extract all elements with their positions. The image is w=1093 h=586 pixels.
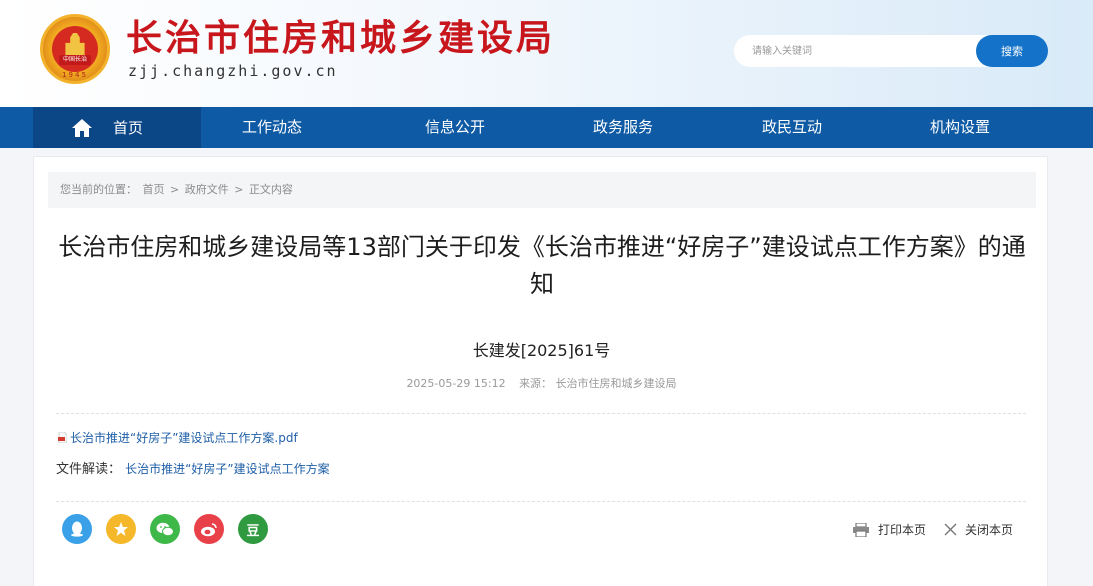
close-label: 关闭本页 [964, 523, 1013, 537]
divider [56, 501, 1026, 502]
article-container: 您当前的位置： 首页 > 政府文件 > 正文内容 长治市住房和城乡建设局等13部… [33, 156, 1048, 586]
pdf-icon [58, 431, 68, 444]
article-title: 长治市住房和城乡建设局等13部门关于印发《长治市推进“好房子”建设试点工作方案》… [58, 233, 1026, 298]
print-label: 打印本页 [877, 523, 926, 537]
search-input[interactable] [734, 35, 1014, 67]
page-tools: 打印本页 关闭本页 [834, 521, 1013, 538]
nav-item-label: 首页 [113, 119, 144, 137]
search-button[interactable]: 搜索 [976, 35, 1048, 67]
divider [56, 413, 1026, 414]
nav-item-home[interactable]: 首页 [33, 107, 201, 148]
breadcrumb-separator: > [170, 183, 180, 196]
main-nav: 首页 工作动态 信息公开 政务服务 政民互动 机构设置 [0, 107, 1093, 148]
qzone-icon[interactable] [106, 514, 136, 544]
breadcrumb: 您当前的位置： 首页 > 政府文件 > 正文内容 [48, 172, 1036, 208]
home-icon [71, 118, 93, 138]
site-header: 中国长治 1945 长治市住房和城乡建设局 zjj.changzhi.gov.c… [0, 0, 1093, 107]
article-meta: 2025-05-29 15:12 来源： 长治市住房和城乡建设局 [34, 375, 1049, 391]
print-button[interactable]: 打印本页 [852, 521, 926, 538]
emblem-ribbon: 中国长治 [59, 55, 91, 65]
site-title[interactable]: 长治市住房和城乡建设局 [126, 18, 555, 60]
nav-item-interaction[interactable]: 政民互动 [732, 107, 852, 148]
attachment-link[interactable]: 长治市推进“好房子”建设试点工作方案.pdf [58, 429, 298, 446]
interpret-label: 文件解读： [56, 462, 122, 477]
nav-item-work-news[interactable]: 工作动态 [212, 107, 332, 148]
qq-icon[interactable] [62, 514, 92, 544]
breadcrumb-prefix: 您当前的位置： [60, 183, 137, 196]
search-bar: 搜索 [734, 35, 1048, 67]
document-interpretation: 文件解读： 长治市推进“好房子”建设试点工作方案 [56, 458, 330, 477]
weibo-icon[interactable] [194, 514, 224, 544]
emblem-year: 1945 [62, 71, 88, 79]
breadcrumb-item-gov-docs[interactable]: 政府文件 [185, 183, 229, 196]
share-bar: 豆 [62, 514, 268, 544]
city-emblem-logo[interactable]: 中国长治 1945 [40, 14, 110, 84]
attachment-filename: 长治市推进“好房子”建设试点工作方案.pdf [70, 431, 298, 445]
close-page-button[interactable]: 关闭本页 [944, 521, 1013, 538]
breadcrumb-item-current[interactable]: 正文内容 [249, 183, 293, 196]
nav-item-gov-services[interactable]: 政务服务 [563, 107, 683, 148]
breadcrumb-item-home[interactable]: 首页 [143, 183, 165, 196]
printer-icon [852, 522, 869, 537]
interpret-link[interactable]: 长治市推进“好房子”建设试点工作方案 [125, 462, 329, 476]
document-number: 长建发[2025]61号 [472, 341, 611, 360]
close-icon [944, 523, 957, 536]
wechat-icon[interactable] [150, 514, 180, 544]
source-label: 来源： [519, 377, 553, 390]
nav-item-info-disclosure[interactable]: 信息公开 [395, 107, 515, 148]
nav-item-organization[interactable]: 机构设置 [900, 107, 1020, 148]
publish-datetime: 2025-05-29 15:12 [406, 377, 506, 390]
site-url: zjj.changzhi.gov.cn [128, 62, 338, 80]
douban-icon[interactable]: 豆 [238, 514, 268, 544]
breadcrumb-separator: > [234, 183, 244, 196]
source-value: 长治市住房和城乡建设局 [555, 377, 677, 390]
